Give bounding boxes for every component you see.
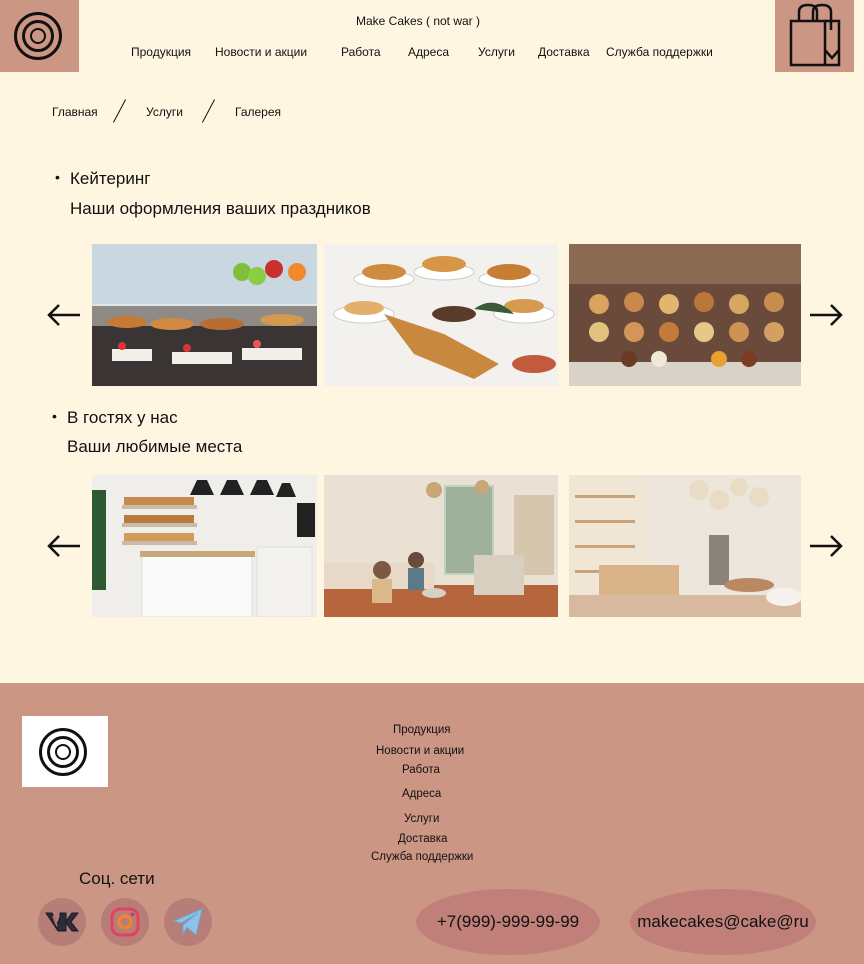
bullet-icon: • (52, 408, 57, 424)
breadcrumb-home[interactable]: Главная (52, 105, 98, 119)
nav-item-jobs[interactable]: Работа (341, 45, 381, 59)
main-nav: Продукция Новости и акции Работа Адреса … (0, 45, 864, 61)
telegram-button[interactable] (164, 898, 212, 946)
section-title-text: В гостях у нас (67, 408, 178, 427)
section-subtitle: Наши оформления ваших праздников (70, 199, 371, 218)
section-title-catering: • Кейтеринг (55, 169, 151, 189)
footer: Продукция Новости и акции Работа Адреса … (0, 683, 864, 964)
arrow-left-icon[interactable] (46, 302, 82, 328)
arrow-left-icon[interactable] (46, 533, 82, 559)
section-title-text: Кейтеринг (70, 169, 151, 188)
breadcrumb: Главная Услуги Галерея (0, 98, 400, 126)
footer-link-addresses[interactable]: Адреса (402, 788, 441, 800)
nav-item-delivery[interactable]: Доставка (538, 45, 590, 59)
nav-item-addresses[interactable]: Адреса (408, 45, 449, 59)
bakery-table-photo[interactable] (569, 244, 801, 386)
instagram-button[interactable] (101, 898, 149, 946)
footer-link-news[interactable]: Новости и акции (376, 745, 464, 757)
logo[interactable] (0, 0, 79, 72)
phone-button[interactable]: +7(999)-999-99-99 (416, 889, 600, 955)
pastry-display-photo[interactable] (324, 244, 558, 386)
social-title: Соц. сети (79, 869, 155, 888)
breadcrumb-separator (201, 99, 216, 123)
footer-logo[interactable] (22, 716, 108, 787)
section-title-visit: • В гостях у нас (52, 408, 178, 428)
footer-link-delivery[interactable]: Доставка (398, 833, 447, 845)
brand-title: Make Cakes ( not war ) (355, 14, 481, 28)
bullet-icon: • (55, 169, 60, 185)
cart-button[interactable] (775, 0, 854, 72)
email-button[interactable]: makecakes@cake@ru (630, 889, 816, 955)
nav-item-services[interactable]: Услуги (478, 45, 515, 59)
breadcrumb-separator (112, 99, 127, 123)
breadcrumb-services[interactable]: Услуги (146, 105, 183, 119)
bakery-interior-photo[interactable] (92, 475, 317, 617)
catering-buffet-photo[interactable] (92, 244, 317, 386)
shopping-bag-icon (789, 3, 841, 67)
footer-link-jobs[interactable]: Работа (402, 764, 440, 776)
nav-item-news[interactable]: Новости и акции (215, 45, 307, 59)
nav-item-products[interactable]: Продукция (131, 45, 191, 59)
nav-item-support[interactable]: Служба поддержки (606, 45, 713, 59)
footer-link-support[interactable]: Служба поддержки (371, 851, 473, 863)
donut-logo-icon (39, 728, 87, 776)
vk-button[interactable] (38, 898, 86, 946)
section-subtitle: Ваши любимые места (67, 437, 243, 456)
cafe-seating-photo[interactable] (324, 475, 558, 617)
breadcrumb-gallery: Галерея (235, 105, 282, 119)
cafe-hall-photo[interactable] (569, 475, 801, 617)
telegram-icon (172, 908, 203, 936)
arrow-right-icon[interactable] (808, 533, 844, 559)
vk-icon (45, 912, 79, 932)
footer-link-products[interactable]: Продукция (393, 724, 451, 736)
arrow-right-icon[interactable] (808, 302, 844, 328)
footer-link-services[interactable]: Услуги (404, 813, 439, 825)
instagram-icon (110, 907, 140, 937)
